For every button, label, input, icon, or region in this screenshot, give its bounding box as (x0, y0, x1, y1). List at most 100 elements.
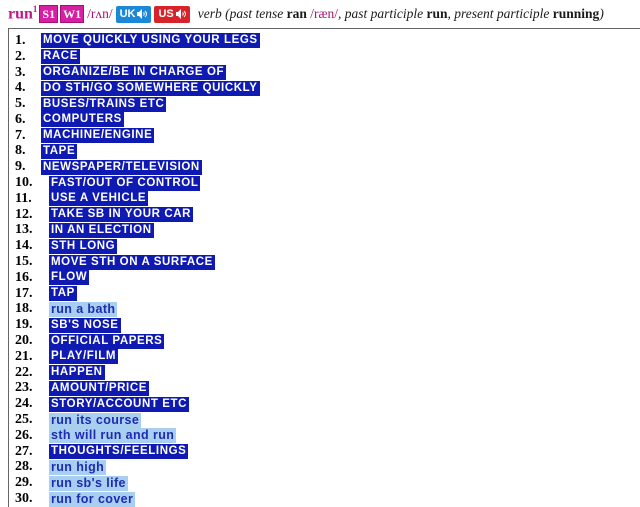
sense-number: 16. (15, 269, 33, 285)
sense-number: 30. (15, 491, 33, 507)
sense-link[interactable]: FAST/OUT OF CONTROL (49, 175, 201, 191)
sense-number: 15. (15, 254, 33, 270)
headword: run1 (8, 4, 38, 23)
sense-link[interactable]: IN AN ELECTION (49, 222, 154, 238)
sense-row: 10. FAST/OUT OF CONTROL (15, 175, 640, 191)
sense-row: 16. FLOW (15, 270, 640, 286)
sense-row: 11. USE A VEHICLE (15, 191, 640, 207)
past-tense-form: ran (286, 6, 307, 21)
sense-link[interactable]: FLOW (49, 270, 90, 286)
speaker-icon (175, 9, 186, 19)
sense-number: 4. (15, 80, 26, 96)
audio-uk-label: UK (119, 8, 136, 20)
sense-link[interactable]: STH LONG (49, 238, 118, 254)
sense-number: 28. (15, 459, 33, 475)
sense-link[interactable]: USE A VEHICLE (49, 191, 149, 207)
sense-number: 29. (15, 475, 33, 491)
sense-link[interactable]: NEWSPAPER/TELEVISION (41, 159, 202, 175)
sense-link[interactable]: run high (49, 459, 107, 475)
sense-row: 15. MOVE STH ON A SURFACE (15, 254, 640, 270)
sense-row: 17. TAP (15, 286, 640, 302)
sense-row: 30. run for cover (15, 491, 640, 507)
sense-row: 12. TAKE SB IN YOUR CAR (15, 207, 640, 223)
sense-link[interactable]: MOVE STH ON A SURFACE (49, 254, 215, 270)
sense-link[interactable]: MOVE QUICKLY USING YOUR LEGS (41, 33, 260, 49)
speaker-icon (137, 9, 148, 19)
sense-link[interactable]: run a bath (49, 301, 118, 317)
sense-row: 14. STH LONG (15, 238, 640, 254)
sense-row: 6. COMPUTERS (15, 112, 640, 128)
sense-number: 11. (15, 190, 32, 206)
sense-number: 18. (15, 301, 33, 317)
part-of-speech: verb (197, 6, 222, 21)
sense-row: 8. TAPE (15, 143, 640, 160)
sense-number: 24. (15, 396, 33, 412)
sense-row: 13. IN AN ELECTION (15, 222, 640, 239)
sense-row: 20. OFFICIAL PAPERS (15, 333, 640, 349)
sense-link[interactable]: sth will run and run (49, 428, 177, 444)
sense-row: 7. MACHINE/ENGINE (15, 128, 640, 144)
sense-link[interactable]: PLAY/FILM (49, 349, 119, 365)
sense-number: 5. (15, 96, 26, 112)
sense-number: 19. (15, 317, 33, 333)
sense-link[interactable]: THOUGHTS/FEELINGS (49, 444, 189, 460)
sense-link[interactable]: run for cover (49, 491, 136, 507)
sense-link[interactable]: SB'S NOSE (49, 317, 121, 333)
sense-menu: 1. MOVE QUICKLY USING YOUR LEGS 2. RACE 3. OR… (8, 28, 640, 507)
sense-link[interactable]: run sb's life (49, 475, 128, 491)
sense-number: 25. (15, 412, 33, 428)
sense-link[interactable]: MACHINE/ENGINE (41, 128, 155, 144)
sense-number: 21. (15, 348, 33, 364)
sense-link[interactable]: TAKE SB IN YOUR CAR (49, 207, 194, 223)
sense-row: 9. NEWSPAPER/TELEVISION (15, 159, 640, 175)
sense-row: 4. DO STH/GO SOMEWHERE QUICKLY (15, 80, 640, 96)
pronunciation: /rʌn/ (87, 6, 113, 21)
sense-link[interactable]: ORGANIZE/BE IN CHARGE OF (41, 64, 227, 80)
sense-number: 23. (15, 380, 33, 396)
sense-row: 3. ORGANIZE/BE IN CHARGE OF (15, 65, 640, 81)
sense-row: 22. HAPPEN (15, 365, 640, 381)
audio-uk-button[interactable]: UK (115, 5, 152, 23)
sense-number: 7. (15, 127, 26, 143)
sense-row: 25. run its course (15, 412, 640, 428)
frequency-badge-spoken: S1 (39, 5, 59, 23)
sense-row: 28. run high (15, 459, 640, 476)
sense-number: 27. (15, 443, 33, 459)
sense-number: 3. (15, 64, 26, 80)
sense-number: 9. (15, 159, 26, 175)
sense-link[interactable]: DO STH/GO SOMEWHERE QUICKLY (41, 80, 260, 96)
entry-header: run1 S1 W1 /rʌn/ UK US verb (past tense … (8, 2, 640, 26)
frequency-badge-written: W1 (60, 5, 85, 23)
sense-row: 1. MOVE QUICKLY USING YOUR LEGS (15, 33, 640, 49)
sense-number: 26. (15, 427, 33, 443)
sense-link[interactable]: COMPUTERS (41, 112, 124, 128)
sense-link[interactable]: HAPPEN (49, 365, 105, 381)
sense-link[interactable]: TAP (49, 286, 77, 302)
sense-link[interactable]: AMOUNT/PRICE (49, 380, 150, 396)
sense-number: 12. (15, 206, 33, 222)
sense-number: 14. (15, 238, 33, 254)
sense-row: 18. run a bath (15, 301, 640, 318)
sense-list: 1. MOVE QUICKLY USING YOUR LEGS 2. RACE 3. OR… (9, 29, 640, 507)
sense-row: 21. PLAY/FILM (15, 349, 640, 365)
sense-number: 10. (15, 175, 33, 191)
sense-number: 6. (15, 111, 26, 127)
sense-row: 24. STORY/ACCOUNT ETC (15, 396, 640, 412)
audio-us-button[interactable]: US (154, 5, 190, 23)
past-tense-pron: /ræn/ (306, 6, 339, 21)
sense-link[interactable]: BUSES/TRAINS ETC (41, 96, 167, 112)
sense-link[interactable]: OFFICIAL PAPERS (49, 333, 165, 349)
sense-number: 2. (15, 48, 26, 64)
sense-row: 23. AMOUNT/PRICE (15, 380, 640, 397)
sense-row: 2. RACE (15, 49, 640, 65)
sense-row: 29. run sb's life (15, 475, 640, 491)
sense-link[interactable]: TAPE (41, 143, 78, 159)
sense-row: 26. sth will run and run (15, 428, 640, 444)
sense-number: 20. (15, 333, 33, 349)
sense-row: 19. SB'S NOSE (15, 317, 640, 333)
sense-link[interactable]: STORY/ACCOUNT ETC (49, 396, 190, 412)
sense-link[interactable]: RACE (41, 49, 80, 65)
sense-link[interactable]: run its course (49, 412, 142, 428)
present-participle-form: running (552, 6, 600, 21)
homonym-number: 1 (32, 4, 38, 15)
